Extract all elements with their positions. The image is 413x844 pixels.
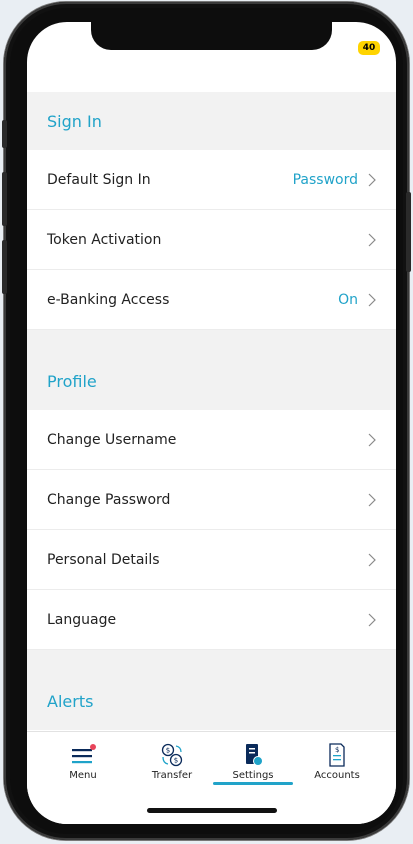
row-label: Change Username [47,431,177,448]
svg-text:$: $ [166,747,170,755]
volume-up-button [2,172,7,226]
screen: 40 Sign In Default Sign In Password Toke… [27,22,396,824]
tab-transfer[interactable]: $ $ Transfer [132,740,212,781]
tab-settings[interactable]: Settings [213,740,293,781]
chevron-right-icon [368,173,376,186]
tab-accounts[interactable]: $ Accounts [297,740,377,781]
section-header-sign-in: Sign In [27,92,396,150]
battery-indicator: 40 [358,41,380,55]
section-gap [27,650,396,672]
home-indicator [147,808,277,813]
row-label: Personal Details [47,551,160,568]
svg-text:$: $ [174,757,178,765]
chevron-right-icon [368,233,376,246]
chevron-right-icon [368,293,376,306]
section-header-profile: Profile [27,352,396,410]
chevron-right-icon [368,613,376,626]
row-label: e-Banking Access [47,291,170,308]
phone-frame: 40 Sign In Default Sign In Password Toke… [2,2,411,840]
transfer-icon: $ $ [161,743,183,767]
row-value: Password [292,171,358,188]
svg-text:$: $ [335,746,339,754]
menu-icon [72,744,96,764]
settings-list: Sign In Default Sign In Password Token A… [27,92,396,730]
tab-label: Settings [232,770,274,781]
row-change-username[interactable]: Change Username [27,410,396,470]
power-button [406,192,411,272]
chevron-right-icon [368,553,376,566]
volume-down-button [2,240,7,294]
chevron-right-icon [368,493,376,506]
tab-label: Menu [69,770,97,781]
row-label: Language [47,611,117,628]
row-change-password[interactable]: Change Password [27,470,396,530]
row-default-sign-in[interactable]: Default Sign In Password [27,150,396,210]
notch [91,22,332,50]
row-label: Token Activation [47,231,162,248]
row-label: Change Password [47,491,171,508]
row-e-banking-access[interactable]: e-Banking Access On [27,270,396,330]
row-personal-details[interactable]: Personal Details [27,530,396,590]
row-value: On [338,291,358,308]
settings-icon [246,744,263,766]
section-gap [27,330,396,352]
tab-label: Accounts [314,770,360,781]
row-language[interactable]: Language [27,590,396,650]
row-token-activation[interactable]: Token Activation [27,210,396,270]
chevron-right-icon [368,433,376,446]
active-tab-indicator [213,782,293,785]
tab-label: Transfer [151,770,193,781]
side-button [2,120,7,148]
row-label: Default Sign In [47,171,151,188]
accounts-icon: $ [329,743,345,767]
section-header-alerts: Alerts [27,672,396,730]
tab-menu[interactable]: Menu [43,740,123,781]
